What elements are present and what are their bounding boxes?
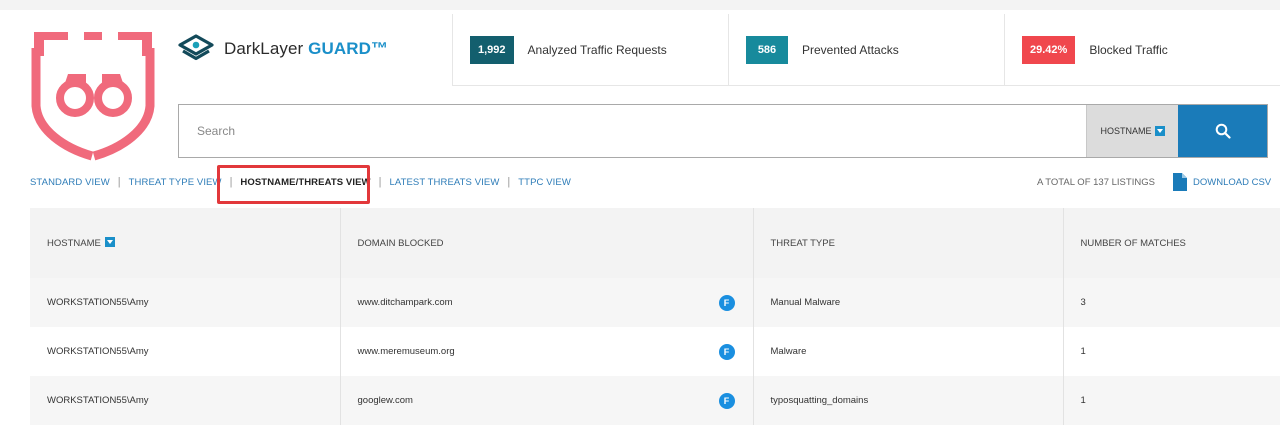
stats-bar: 1,992 Analyzed Traffic Requests 586 Prev…: [452, 14, 1280, 86]
stat-label: Analyzed Traffic Requests: [527, 42, 667, 57]
matches-cell: 1: [1080, 346, 1086, 357]
stat-value: 1,992: [470, 35, 514, 64]
hostname-filter-dropdown[interactable]: HOSTNAME: [1086, 105, 1178, 157]
document-icon: [1173, 173, 1187, 191]
brand-name: DarkLayer GUARD™: [224, 39, 389, 58]
column-header-hostname[interactable]: HOSTNAME: [30, 208, 341, 278]
stat-value: 29.42%: [1022, 35, 1076, 64]
brand-logo: DarkLayer GUARD™: [178, 34, 388, 64]
stat-blocked-traffic: 29.42% Blocked Traffic: [1004, 14, 1280, 85]
dashboard-page: DarkLayer GUARD™ 1,992 Analyzed Traffic …: [0, 0, 1280, 430]
tab-standard-view[interactable]: STANDARD VIEW: [30, 177, 110, 188]
hostname-cell[interactable]: WORKSTATION55\Amy: [30, 376, 341, 425]
hostname-cell[interactable]: WORKSTATION55\Amy: [30, 327, 341, 376]
tab-threat-type-view[interactable]: THREAT TYPE VIEW: [129, 177, 222, 188]
stat-analyzed-traffic: 1,992 Analyzed Traffic Requests: [452, 14, 728, 85]
shield-binoculars-icon: [31, 32, 155, 161]
table-row: WORKSTATION55\Amy www.ditchampark.com F M…: [30, 278, 1280, 327]
domain-cell: www.meremuseum.org F: [340, 327, 754, 376]
table-row: WORKSTATION55\Amy googlew.com F typosquat…: [30, 376, 1280, 425]
chevron-down-icon: [1154, 126, 1165, 136]
search-input[interactable]: [179, 105, 1086, 157]
hostname-cell[interactable]: WORKSTATION55\Amy: [30, 278, 341, 327]
stat-value: 586: [746, 35, 788, 64]
view-tabs: STANDARD VIEW | THREAT TYPE VIEW | HOSTN…: [30, 175, 571, 189]
stat-label: Blocked Traffic: [1089, 42, 1168, 57]
tab-latest-threats-view[interactable]: LATEST THREATS VIEW: [389, 177, 499, 188]
threat-type-cell: typosquatting_domains: [753, 376, 1064, 425]
filter-label: HOSTNAME: [1100, 126, 1152, 136]
f-badge-icon[interactable]: F: [718, 343, 735, 360]
column-header-number-of-matches: NUMBER OF MATCHES: [1080, 237, 1186, 249]
table-row: WORKSTATION55\Amy www.meremuseum.org F Ma…: [30, 327, 1280, 376]
tab-hostname-threats-view[interactable]: HOSTNAME/THREATS VIEW: [240, 177, 370, 188]
matches-cell: 3: [1080, 297, 1086, 308]
download-csv-button[interactable]: DOWNLOAD CSV: [1173, 173, 1271, 191]
download-csv-label: DOWNLOAD CSV: [1193, 176, 1272, 188]
threats-table: HOSTNAME DOMAIN BLOCKED THREAT TYPE NUMB…: [30, 208, 1280, 425]
f-badge-icon[interactable]: F: [718, 392, 735, 409]
threat-type-cell: Manual Malware: [753, 278, 1064, 327]
stat-prevented-attacks: 586 Prevented Attacks: [728, 14, 1004, 85]
tab-separator: |: [229, 176, 233, 188]
tab-separator: |: [378, 176, 382, 188]
threat-type-cell: Malware: [753, 327, 1064, 376]
domain-cell: www.ditchampark.com F: [340, 278, 754, 327]
stat-label: Prevented Attacks: [802, 42, 899, 57]
sort-icon[interactable]: [104, 237, 115, 247]
total-listings: A TOTAL OF 137 LISTINGS: [1037, 177, 1155, 188]
search-icon: [1215, 123, 1231, 139]
column-header-threat-type: THREAT TYPE: [753, 208, 1064, 278]
search-bar: HOSTNAME: [178, 104, 1268, 158]
table-header-row: HOSTNAME DOMAIN BLOCKED THREAT TYPE NUMB…: [30, 208, 1280, 278]
layers-logo-icon: [178, 34, 214, 61]
tab-ttpc-view[interactable]: TTPC VIEW: [518, 177, 571, 188]
matches-cell: 1: [1080, 395, 1086, 406]
tab-separator: |: [117, 176, 121, 188]
search-button[interactable]: [1178, 105, 1267, 157]
domain-cell: googlew.com F: [340, 376, 754, 425]
top-band: [0, 0, 1280, 10]
f-badge-icon[interactable]: F: [718, 294, 735, 311]
tab-separator: |: [507, 176, 511, 188]
column-header-domain-blocked: DOMAIN BLOCKED: [340, 208, 754, 278]
